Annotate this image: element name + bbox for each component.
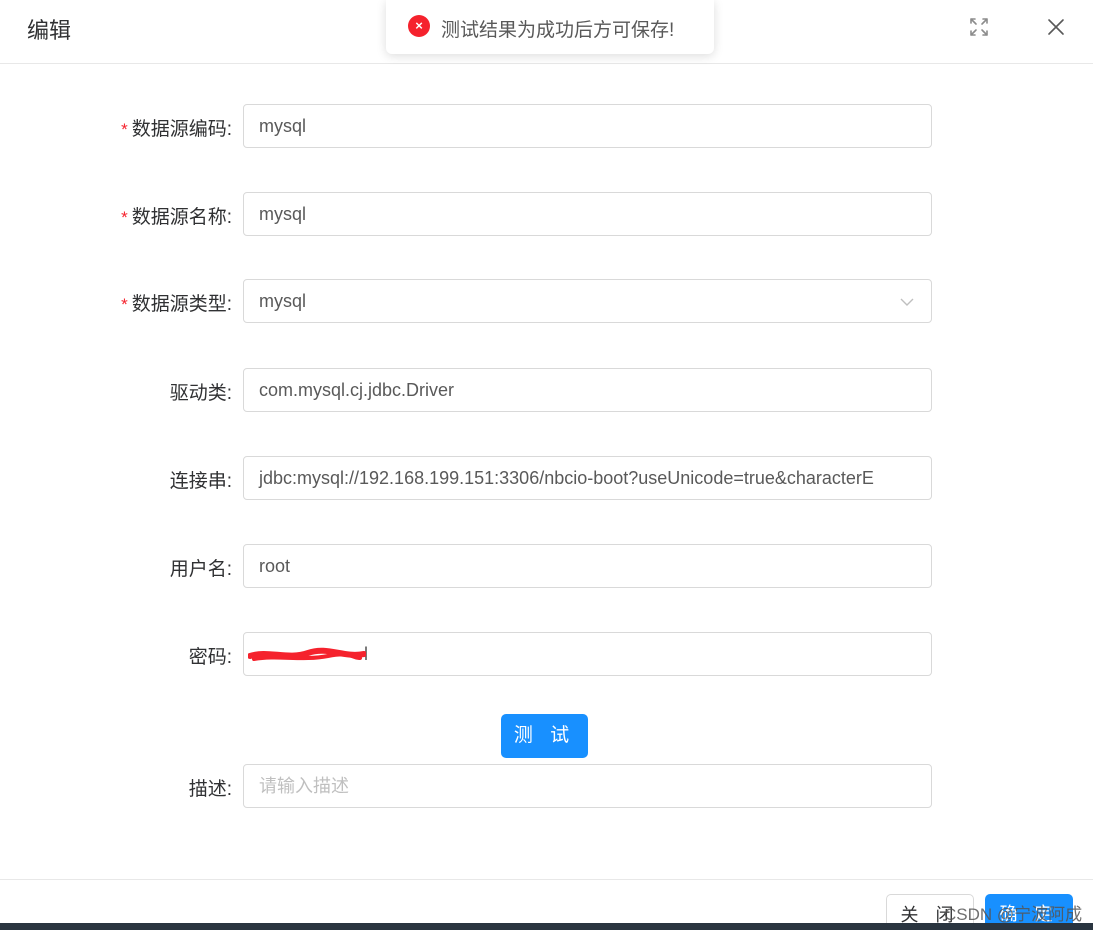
field-label: 密码: bbox=[188, 647, 232, 668]
form-row-code: * 数据源编码: mysql bbox=[0, 104, 1093, 148]
driver-class-input[interactable]: com.mysql.cj.jdbc.Driver bbox=[243, 368, 932, 412]
form-row-password: 密码: l bbox=[0, 632, 1093, 676]
form-row-name: * 数据源名称: mysql bbox=[0, 192, 1093, 236]
watermark: CSDN @宁波阿成 bbox=[944, 905, 1083, 924]
connection-url-input[interactable]: jdbc:mysql://192.168.199.151:3306/nbcio-… bbox=[243, 456, 932, 500]
description-input[interactable]: 请输入描述 bbox=[243, 764, 932, 808]
test-button[interactable]: 测 试 bbox=[501, 714, 588, 758]
datasource-name-input[interactable]: mysql bbox=[243, 192, 932, 236]
dialog-title: 编辑 bbox=[27, 18, 72, 43]
select-value: mysql bbox=[259, 291, 307, 311]
fullscreen-icon[interactable] bbox=[969, 17, 989, 37]
required-mark: * bbox=[121, 295, 128, 314]
close-icon[interactable] bbox=[1046, 17, 1066, 37]
field-label: 描述: bbox=[188, 779, 232, 800]
footer-divider bbox=[0, 879, 1093, 880]
field-label: * 数据源名称: bbox=[121, 207, 232, 228]
required-mark: * bbox=[121, 208, 128, 227]
form-row-username: 用户名: root bbox=[0, 544, 1093, 588]
datasource-type-select[interactable]: mysql bbox=[243, 279, 932, 323]
field-label: 用户名: bbox=[169, 559, 232, 580]
redaction-scribble bbox=[248, 647, 366, 661]
form-row-description: 描述: 请输入描述 bbox=[0, 764, 1093, 808]
chevron-down-icon bbox=[900, 298, 914, 306]
form-row-type: * 数据源类型: mysql bbox=[0, 279, 1093, 323]
error-circle-icon: × bbox=[408, 15, 430, 37]
required-mark: * bbox=[121, 120, 128, 139]
field-label: 连接串: bbox=[169, 471, 232, 492]
form-row-driver: 驱动类: com.mysql.cj.jdbc.Driver bbox=[0, 368, 1093, 412]
field-label: 驱动类: bbox=[169, 383, 232, 404]
form-row-url: 连接串: jdbc:mysql://192.168.199.151:3306/n… bbox=[0, 456, 1093, 500]
toast-message: 测试结果为成功后方可保存! bbox=[441, 20, 675, 41]
datasource-code-input[interactable]: mysql bbox=[243, 104, 932, 148]
field-label: * 数据源类型: bbox=[121, 294, 232, 315]
bottom-bar bbox=[0, 923, 1093, 930]
username-input[interactable]: root bbox=[243, 544, 932, 588]
field-label: * 数据源编码: bbox=[121, 119, 232, 140]
